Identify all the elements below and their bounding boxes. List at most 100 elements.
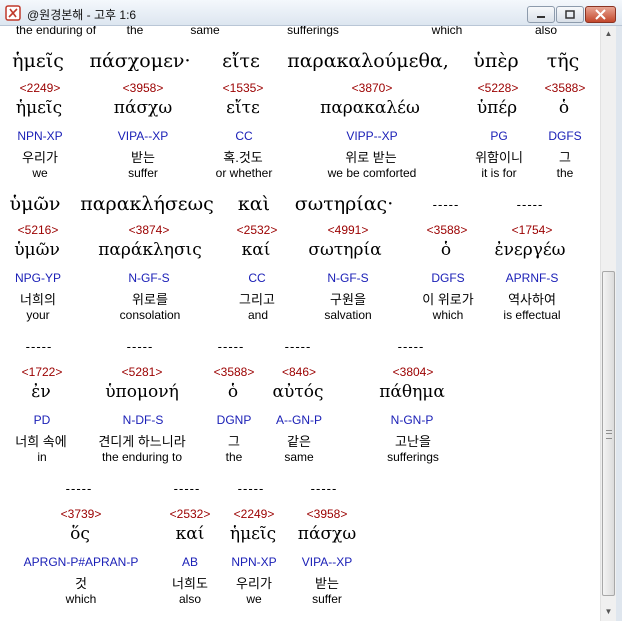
morph-code: VIPA--XP [117,129,169,143]
strong-number[interactable]: <846> [282,365,316,379]
greek-lemma: εἴτε [226,98,260,118]
greek-word: ὑμῶν [9,193,61,215]
greek-word: σωτηρίας· [294,193,394,215]
morph-code: CC [235,129,253,143]
interlinear-view[interactable]: the enduring of the same sufferings whic… [0,26,600,621]
morph-code: DGNP [216,413,252,427]
strong-number[interactable]: <2249> [20,81,61,95]
greek-word: ----- [310,481,338,496]
greek-lemma: καί [175,524,205,544]
strong-number[interactable]: <5228> [478,81,519,95]
strong-number[interactable]: <3739> [61,507,102,521]
greek-lemma: πάσχω [297,524,357,544]
morph-code: NPN-XP [231,555,277,569]
morph-code: N-GF-S [128,271,170,285]
title-bar[interactable]: @원경본해 - 고후 1:6 [0,0,622,26]
strong-number[interactable]: <4991> [328,223,369,237]
scrollbar-thumb[interactable] [602,271,615,596]
greek-lemma: ἡμεῖς [15,98,63,118]
english-gloss: the [225,450,243,464]
window-title: @원경본해 - 고후 1:6 [27,8,137,22]
strong-number[interactable]: <3588> [545,81,586,95]
morph-code: CC [248,271,266,285]
strong-number[interactable]: <2532> [237,223,278,237]
english-gloss: in [37,450,47,464]
greek-word: καὶ [237,193,271,215]
scroll-up-button[interactable]: ▲ [601,26,616,42]
morph-code: APRNF-S [505,271,559,285]
english-gloss: is effectual [503,308,561,322]
morph-code: VIPA--XP [301,555,353,569]
morph-code: NPG-YP [14,271,62,285]
close-button[interactable] [585,6,616,23]
strong-number[interactable]: <3588> [214,365,255,379]
korean-gloss: 우리가 [22,150,58,165]
greek-lemma: πάθημα [379,382,445,402]
english-gloss: also [534,26,558,37]
greek-lemma: ὁ [440,240,452,260]
vertical-scrollbar[interactable]: ▲ ▼ [600,26,616,621]
english-gloss: we be comforted [327,166,417,180]
morph-code: PG [490,129,508,143]
greek-word: ----- [65,481,93,496]
minimize-button[interactable] [527,6,555,23]
strong-number[interactable]: <5216> [18,223,59,237]
greek-lemma: ὑπομονή [105,382,179,402]
english-gloss: which [65,592,97,606]
english-gloss: same [284,450,314,464]
korean-gloss: 위로 받는 [345,150,397,165]
greek-word: τῆς [546,50,580,72]
english-gloss: it is for [481,166,517,180]
strong-number[interactable]: <3958> [123,81,164,95]
morph-code: N-DF-S [122,413,164,427]
strong-number[interactable]: <2532> [170,507,211,521]
strong-number[interactable]: <5281> [122,365,163,379]
strong-number[interactable]: <3804> [393,365,434,379]
maximize-button[interactable] [556,6,584,23]
strong-number[interactable]: <1754> [512,223,553,237]
scroll-down-button[interactable]: ▼ [601,604,616,620]
greek-word: πάσχομεν· [89,50,191,72]
english-gloss: the [556,166,574,180]
greek-lemma: ὁ [227,382,239,402]
english-gloss: suffer [128,166,158,180]
app-icon [5,5,21,21]
morph-code: NPN-XP [17,129,63,143]
english-gloss: same [190,26,220,37]
greek-word: ----- [284,339,312,354]
greek-lemma: ἐνεργέω [494,240,566,260]
english-gloss: the enduring to [101,450,183,464]
minimize-icon [537,16,545,18]
english-gloss: suffer [312,592,342,606]
greek-word: παρακλήσεως [80,193,214,215]
greek-lemma: πάσχω [113,98,173,118]
greek-word: ----- [173,481,201,496]
strong-number[interactable]: <3870> [352,81,393,95]
strong-number[interactable]: <3874> [129,223,170,237]
korean-gloss: 혹.것도 [223,150,263,165]
arrow-down-icon: ▼ [604,607,613,616]
morph-code: N-GF-S [327,271,369,285]
english-gloss: also [178,592,202,606]
morph-code: DGFS [548,129,582,143]
english-gloss: your [26,308,50,322]
korean-gloss: 우리가 [236,576,272,591]
greek-lemma: παράκλησις [98,240,202,260]
korean-gloss: 이 위로가 [422,292,474,307]
strong-number[interactable]: <1722> [22,365,63,379]
greek-lemma: αὐτός [272,382,324,402]
strong-number[interactable]: <3958> [307,507,348,521]
strong-number[interactable]: <3588> [427,223,468,237]
greek-word: ----- [126,339,154,354]
morph-code: DGFS [431,271,465,285]
greek-lemma: παρακαλέω [320,98,420,118]
close-icon [595,9,606,20]
korean-gloss: 그 [228,434,240,449]
greek-lemma: ὁ [558,98,570,118]
english-gloss: which [432,308,464,322]
morph-code: A--GN-P [276,413,322,427]
korean-gloss: 그 [559,150,571,165]
strong-number[interactable]: <2249> [234,507,275,521]
english-gloss: the enduring of [15,26,97,37]
strong-number[interactable]: <1535> [223,81,264,95]
